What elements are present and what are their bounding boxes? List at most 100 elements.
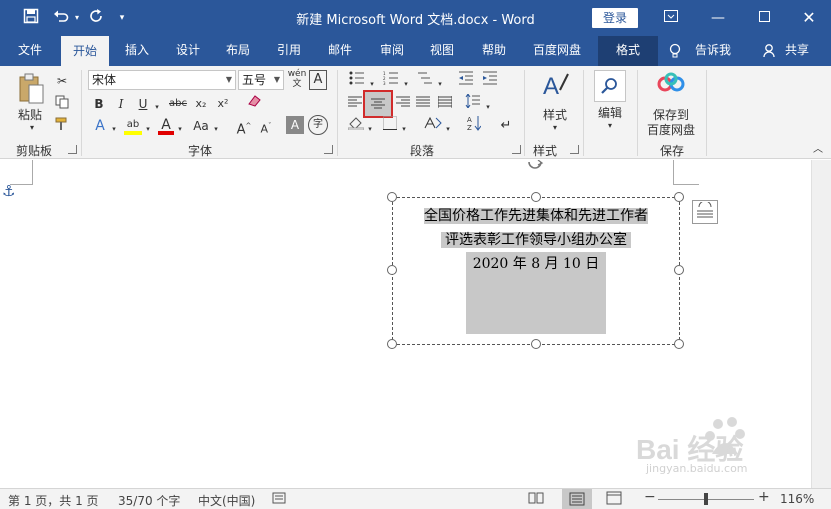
tab-baidu-netdisk[interactable]: 百度网盘 xyxy=(526,36,588,66)
web-layout-icon[interactable] xyxy=(606,491,622,508)
font-name-combo[interactable]: 宋体 ▼ xyxy=(88,70,236,90)
highlight-color-icon[interactable]: ab xyxy=(122,114,144,136)
justify-icon[interactable] xyxy=(414,93,432,115)
tab-home[interactable]: 开始 xyxy=(61,36,109,66)
font-size-combo[interactable]: 五号 ▼ xyxy=(238,70,284,90)
share-person-icon[interactable] xyxy=(762,36,778,66)
print-layout-icon[interactable] xyxy=(562,489,592,509)
ribbon-display-options-icon[interactable] xyxy=(659,6,683,30)
textbox-line-3[interactable]: 2020 年 8 月 10 日 xyxy=(473,256,600,272)
resize-handle-w[interactable] xyxy=(387,265,397,275)
zoom-in-icon[interactable]: + xyxy=(758,489,770,505)
borders-icon[interactable] xyxy=(380,115,400,137)
numbering-icon[interactable]: 123 xyxy=(380,70,402,92)
selected-textbox[interactable]: 全国价格工作先进集体和先进工作者 评选表彰工作领导小组办公室 2020 年 8 … xyxy=(387,192,684,349)
align-center-icon[interactable] xyxy=(363,90,393,118)
tab-mailings[interactable]: 邮件 xyxy=(318,36,362,66)
tab-review[interactable]: 审阅 xyxy=(370,36,414,66)
format-painter-icon[interactable] xyxy=(52,116,72,138)
show-hide-marks-icon[interactable]: ↵ xyxy=(496,115,516,137)
read-mode-icon[interactable] xyxy=(528,491,544,508)
layout-options-icon[interactable] xyxy=(692,200,718,224)
styles-launcher-icon[interactable] xyxy=(570,145,579,154)
tab-design[interactable]: 设计 xyxy=(166,36,210,66)
chinese-layout-icon[interactable] xyxy=(422,115,444,137)
subscript-icon[interactable]: x₂ xyxy=(192,93,210,115)
tab-insert[interactable]: 插入 xyxy=(115,36,159,66)
textbox-content[interactable]: 全国价格工作先进集体和先进工作者 评选表彰工作领导小组办公室 2020 年 8 … xyxy=(393,204,679,334)
baidu-netdisk-label[interactable]: 百度网盘 xyxy=(640,121,702,138)
maximize-icon[interactable] xyxy=(752,6,776,30)
numbering-dropdown-icon[interactable]: ▾ xyxy=(402,73,410,95)
resize-handle-sw[interactable] xyxy=(387,339,397,349)
grow-font-icon[interactable]: A^ xyxy=(234,115,254,137)
login-button[interactable]: 登录 xyxy=(592,8,638,28)
macro-record-icon[interactable] xyxy=(272,491,286,508)
styles-icon[interactable]: A xyxy=(538,70,572,104)
resize-handle-nw[interactable] xyxy=(387,192,397,202)
bullets-icon[interactable] xyxy=(346,70,368,92)
line-spacing-icon[interactable] xyxy=(462,93,484,115)
vertical-scrollbar[interactable] xyxy=(811,160,831,488)
language[interactable]: 中文(中国) xyxy=(198,492,255,509)
line-spacing-dropdown-icon[interactable]: ▾ xyxy=(484,96,492,118)
increase-indent-icon[interactable] xyxy=(480,70,500,92)
tell-me-search[interactable]: 告诉我 xyxy=(690,36,736,66)
find-icon[interactable] xyxy=(594,70,626,102)
resize-handle-n[interactable] xyxy=(531,192,541,202)
editing-dropdown-icon[interactable]: ▾ xyxy=(600,120,620,132)
collapse-ribbon-icon[interactable]: ︿ xyxy=(810,144,826,156)
bold-icon[interactable]: B xyxy=(90,93,108,115)
page-count[interactable]: 第 1 页，共 1 页 xyxy=(8,492,99,509)
cut-icon[interactable]: ✂ xyxy=(52,70,72,92)
baidu-netdisk-icon[interactable] xyxy=(656,72,686,102)
clear-formatting-icon[interactable] xyxy=(244,93,264,115)
character-shading-icon[interactable]: A xyxy=(286,116,304,134)
tab-references[interactable]: 引用 xyxy=(267,36,311,66)
change-case-icon[interactable]: Aa xyxy=(190,115,212,137)
textbox-line-3-block[interactable]: 2020 年 8 月 10 日 xyxy=(466,252,606,334)
borders-dropdown-icon[interactable]: ▾ xyxy=(400,118,408,140)
styles-label[interactable]: 样式 xyxy=(535,106,575,123)
text-effects-icon[interactable]: A xyxy=(90,115,110,137)
multilevel-dropdown-icon[interactable]: ▾ xyxy=(436,73,444,95)
font-name-dropdown-icon[interactable]: ▼ xyxy=(226,71,232,89)
shading-icon[interactable] xyxy=(346,115,366,137)
editing-label[interactable]: 编辑 xyxy=(590,104,630,121)
chinese-layout-dropdown-icon[interactable]: ▾ xyxy=(444,118,452,140)
superscript-icon[interactable]: x² xyxy=(214,93,232,115)
share-button[interactable]: 共享 xyxy=(780,36,814,66)
font-size-dropdown-icon[interactable]: ▼ xyxy=(274,71,280,89)
rotate-handle-icon[interactable] xyxy=(526,159,544,174)
multilevel-list-icon[interactable] xyxy=(414,70,436,92)
resize-handle-se[interactable] xyxy=(674,339,684,349)
align-left-icon[interactable] xyxy=(346,93,364,115)
underline-icon[interactable]: U xyxy=(134,93,152,115)
tab-file[interactable]: 文件 xyxy=(8,36,52,66)
paragraph-launcher-icon[interactable] xyxy=(512,145,521,154)
textbox-line-2[interactable]: 评选表彰工作领导小组办公室 xyxy=(441,232,631,248)
anchor-icon[interactable]: ⚓ xyxy=(2,182,15,200)
shading-dropdown-icon[interactable]: ▾ xyxy=(366,118,374,140)
sort-icon[interactable]: AZ xyxy=(464,115,484,137)
text-effects-dropdown-icon[interactable]: ▾ xyxy=(110,118,118,140)
font-launcher-icon[interactable] xyxy=(324,145,333,154)
textbox-line-1[interactable]: 全国价格工作先进集体和先进工作者 xyxy=(424,208,648,224)
zoom-slider-thumb[interactable] xyxy=(704,493,708,505)
enclose-characters-icon[interactable]: A xyxy=(309,70,327,90)
decrease-indent-icon[interactable] xyxy=(456,70,476,92)
tab-help[interactable]: 帮助 xyxy=(472,36,516,66)
strikethrough-icon[interactable]: abc xyxy=(166,93,190,115)
change-case-dropdown-icon[interactable]: ▾ xyxy=(212,118,220,140)
zoom-level[interactable]: 116% xyxy=(780,492,814,506)
tab-view[interactable]: 视图 xyxy=(420,36,464,66)
styles-dropdown-icon[interactable]: ▾ xyxy=(545,122,565,134)
resize-handle-e[interactable] xyxy=(674,265,684,275)
word-count[interactable]: 35/70 个字 xyxy=(118,492,180,509)
lightbulb-icon[interactable] xyxy=(666,36,684,66)
distributed-icon[interactable] xyxy=(436,93,454,115)
close-icon[interactable]: ✕ xyxy=(797,6,821,30)
italic-icon[interactable]: I xyxy=(112,93,130,115)
shrink-font-icon[interactable]: Aˇ xyxy=(256,115,276,137)
resize-handle-ne[interactable] xyxy=(674,192,684,202)
